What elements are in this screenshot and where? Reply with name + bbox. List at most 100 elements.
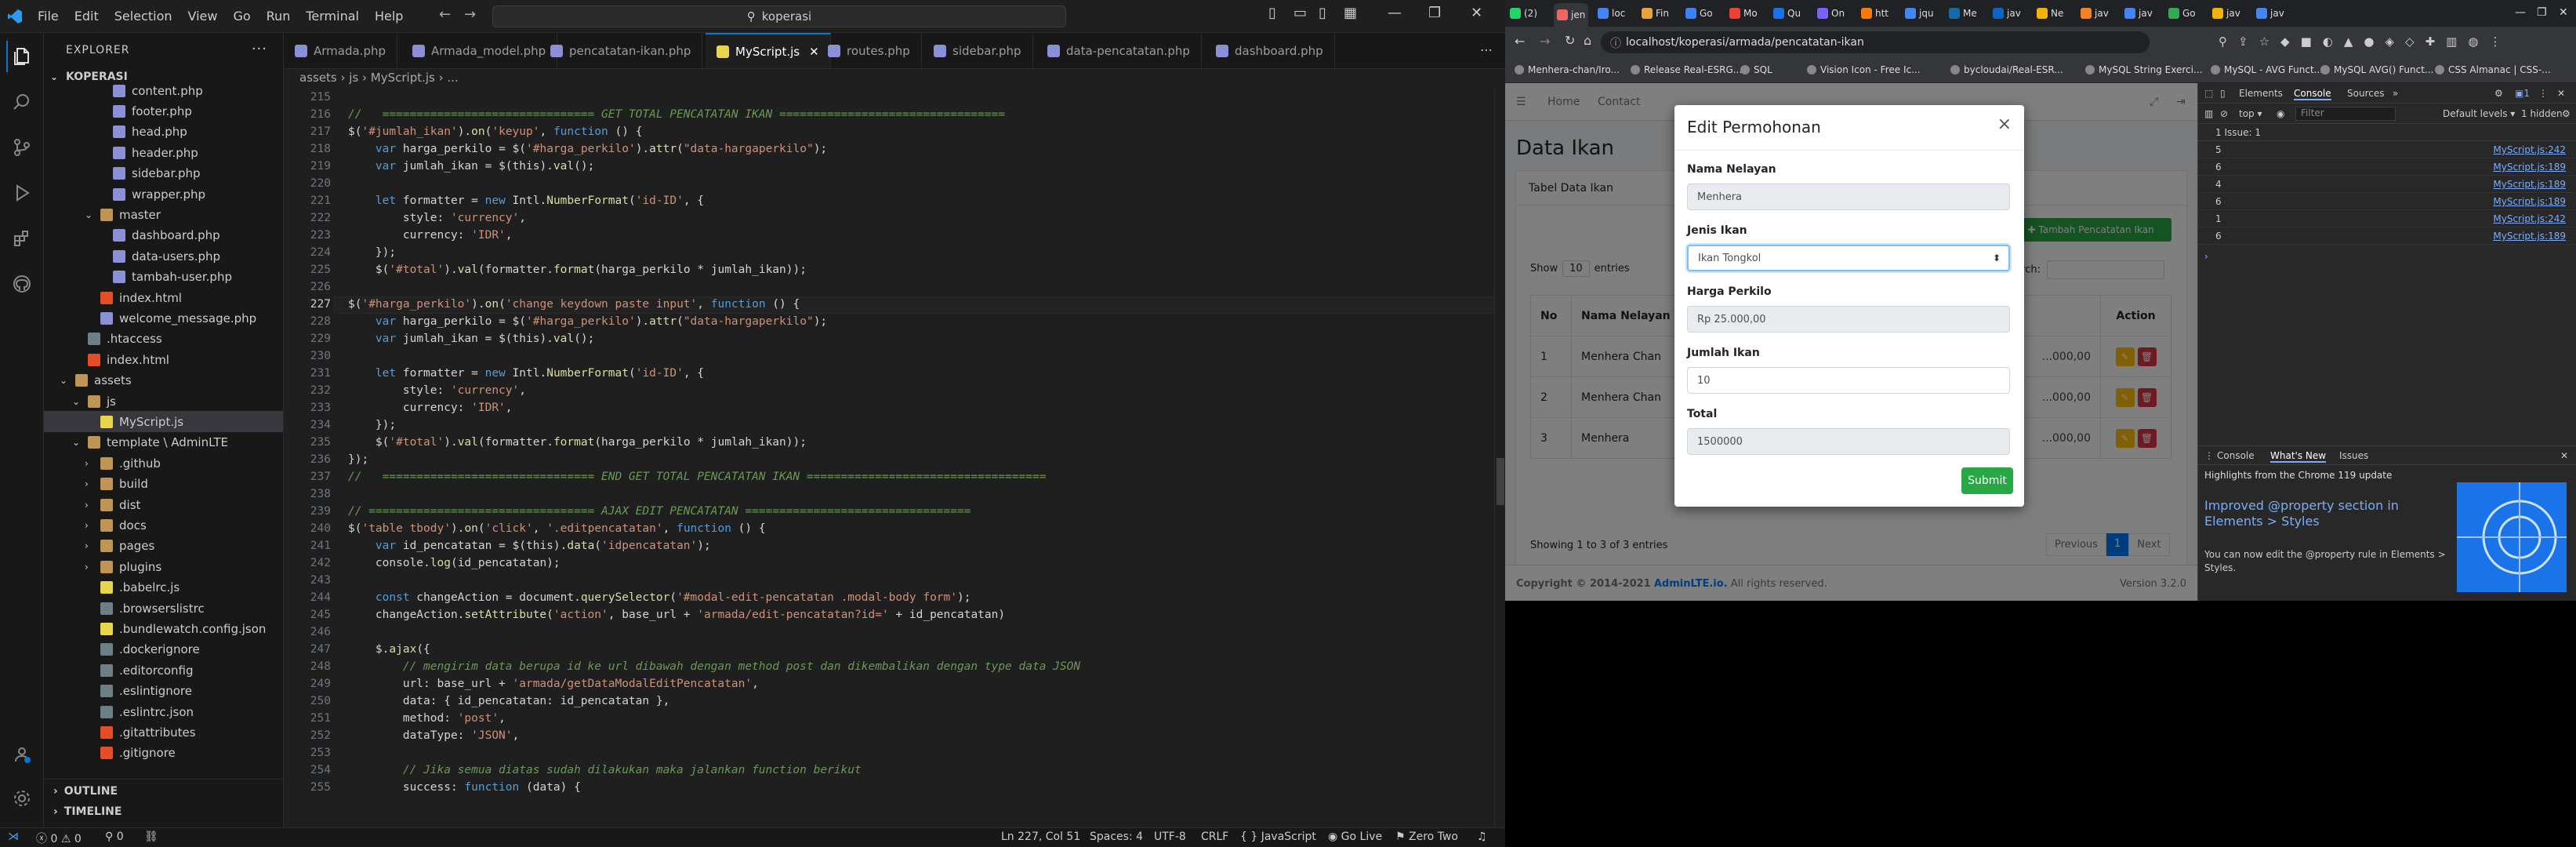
tree-item[interactable]: ⌄ js <box>44 391 283 412</box>
menu-file[interactable]: File <box>30 9 67 24</box>
tree-item[interactable]: .babelrc.js <box>44 577 283 598</box>
drawer-tab-issues[interactable]: Issues <box>2339 450 2368 461</box>
log-source-link[interactable]: MyScript.js:242 <box>2493 144 2566 155</box>
tree-item[interactable]: .bundlewatch.config.json <box>44 618 283 639</box>
extensions-puzzle-icon[interactable]: ✚ <box>2425 35 2436 49</box>
menu-selection[interactable]: Selection <box>107 9 180 24</box>
menu-run[interactable]: Run <box>259 9 299 24</box>
console-prompt-icon[interactable]: › <box>2204 251 2208 262</box>
go-live-button[interactable]: ◉ Go Live <box>1328 831 1382 843</box>
tree-item[interactable]: › build <box>44 474 283 495</box>
menu-kebab-icon[interactable]: ⋮ <box>2489 35 2501 49</box>
editor-tab[interactable]: MyScript.js ✕ <box>706 33 831 68</box>
browser-tab[interactable]: jqu <box>1905 3 1934 24</box>
tree-item[interactable]: .gitignore <box>44 743 283 764</box>
browser-tab[interactable]: jav <box>1993 3 2021 24</box>
devtools-tab-elements[interactable]: Elements <box>2239 88 2283 99</box>
profile-avatar[interactable]: ◍ <box>2468 35 2478 49</box>
breadcrumb[interactable]: assets › js › MyScript.js › ... <box>299 71 459 85</box>
clear-console-icon[interactable]: ⊘ <box>2220 108 2228 119</box>
console-settings-icon[interactable]: ⚙ <box>2562 108 2571 119</box>
sidepanel-icon[interactable]: ▥ <box>2446 35 2457 49</box>
editor-tab[interactable]: data-pencatatan.php <box>1036 33 1202 68</box>
menu-edit[interactable]: Edit <box>67 9 107 24</box>
console-sidebar-icon[interactable]: ▥ <box>2204 108 2213 119</box>
tree-item[interactable]: index.html <box>44 349 283 370</box>
editor-tab[interactable]: sidebar.php <box>923 33 1033 68</box>
tree-item[interactable]: MyScript.js <box>44 411 283 433</box>
url-bar[interactable]: ⓘ localhost/koperasi/armada/pencatatan-i… <box>1601 31 2150 53</box>
live-expression-icon[interactable]: ◉ <box>2277 108 2284 119</box>
jenis-ikan-select[interactable]: Ikan Tongkol ⬍ <box>1687 245 2010 271</box>
device-toggle-icon[interactable]: ▯ <box>2220 88 2226 99</box>
tree-item[interactable]: footer.php <box>44 100 283 122</box>
devtools-tab-console[interactable]: Console <box>2294 88 2331 100</box>
form-input[interactable]: 10 <box>1687 367 2010 394</box>
language-mode[interactable]: { } JavaScript <box>1240 831 1316 843</box>
more-actions-icon[interactable]: ··· <box>252 41 267 57</box>
drawer-tab-whats-new[interactable]: What's New <box>2270 450 2327 463</box>
bookmark-item[interactable]: CSS Almanac | CSS-... <box>2435 64 2551 75</box>
tree-item[interactable]: welcome_message.php <box>44 307 283 329</box>
inspect-icon[interactable]: ⬚ <box>2204 88 2213 99</box>
drawer-menu-icon[interactable]: ⋮ <box>2204 450 2214 461</box>
remote-icon[interactable]: ⋊ <box>8 831 19 843</box>
browser-tab[interactable]: loc <box>1598 3 1625 24</box>
tree-item[interactable]: .editorconfig <box>44 660 283 681</box>
tree-item[interactable]: .gitattributes <box>44 722 283 743</box>
minimize-icon[interactable]: — <box>1388 5 1402 21</box>
log-levels-select[interactable]: Default levels ▾ <box>2443 108 2515 119</box>
close-window-icon[interactable]: ✕ <box>2559 6 2568 19</box>
tree-item[interactable]: .eslintignore <box>44 681 283 702</box>
tree-item[interactable]: head.php <box>44 122 283 143</box>
command-search[interactable]: ⚲ koperasi <box>492 5 1066 27</box>
editor-tab[interactable]: Armada.php <box>284 33 397 68</box>
extension-icon[interactable]: ● <box>2364 35 2374 49</box>
menu-terminal[interactable]: Terminal <box>298 9 367 24</box>
browser-tab[interactable]: Qu <box>1773 3 1801 24</box>
tree-item[interactable]: dashboard.php <box>44 225 283 246</box>
editor-tab[interactable]: dashboard.php <box>1205 33 1335 68</box>
tree-item[interactable]: .eslintrc.json <box>44 701 283 722</box>
theme-indicator[interactable]: ⚑ Zero Two <box>1395 831 1458 843</box>
kebab-icon[interactable]: ⋮ <box>2538 88 2548 99</box>
log-source-link[interactable]: MyScript.js:189 <box>2493 162 2566 173</box>
editor-scrollbar[interactable] <box>1494 89 1505 827</box>
tree-item[interactable]: tambah-user.php <box>44 267 283 288</box>
close-devtools-icon[interactable]: ✕ <box>2557 88 2565 99</box>
tree-item[interactable]: ⌄ template \ AdminLTE <box>44 432 283 453</box>
extension-icon[interactable]: ◇ <box>2405 35 2415 49</box>
source-control-icon[interactable] <box>6 132 38 163</box>
editor-tab[interactable]: routes.php <box>817 33 922 68</box>
notifications-bell-icon[interactable]: ♫ <box>1477 831 1487 843</box>
log-source-link[interactable]: MyScript.js:189 <box>2493 179 2566 190</box>
run-debug-icon[interactable] <box>6 177 38 209</box>
extension-icon[interactable]: ■ <box>2301 35 2312 49</box>
github-icon[interactable] <box>6 268 38 300</box>
tree-item[interactable]: › pages <box>44 536 283 557</box>
browser-tab[interactable]: jav <box>2256 3 2284 24</box>
bookmark-item[interactable]: SQL <box>1740 64 1772 75</box>
more-tabs-icon[interactable]: » <box>2393 88 2398 99</box>
encoding[interactable]: UTF-8 <box>1154 831 1186 843</box>
drawer-tab-console[interactable]: Console <box>2217 450 2255 461</box>
site-info-icon[interactable]: ⓘ <box>1610 35 1621 51</box>
bookmark-item[interactable]: Release Real-ESRG... <box>1631 64 1742 75</box>
tree-item[interactable]: header.php <box>44 142 283 163</box>
toggle-secondary-icon[interactable]: ▯ <box>1319 5 1326 21</box>
extension-icon[interactable]: ◆ <box>2280 35 2290 49</box>
bookmark-item[interactable]: Menhera-chan/Iro... <box>1515 64 1620 75</box>
tree-item[interactable]: .dockerignore <box>44 639 283 660</box>
home-icon[interactable]: ⌂ <box>1584 33 1591 48</box>
tree-item[interactable]: › docs <box>44 514 283 536</box>
search-view-icon[interactable] <box>6 86 38 118</box>
tree-item[interactable]: content.php <box>44 80 283 101</box>
bookmark-item[interactable]: bycloudai/Real-ESR... <box>1950 64 2063 75</box>
tab-actions-icon[interactable]: ⋯ <box>1480 42 1493 57</box>
share-icon[interactable]: ⇪ <box>2238 35 2248 49</box>
browser-tab[interactable]: jav <box>2081 3 2109 24</box>
ports-indicator[interactable]: ⚲ 0 <box>105 831 124 843</box>
extension-icon[interactable]: ▲ <box>2344 35 2353 49</box>
browser-tab[interactable]: Go <box>2168 3 2196 24</box>
tree-item[interactable]: wrapper.php <box>44 184 283 205</box>
